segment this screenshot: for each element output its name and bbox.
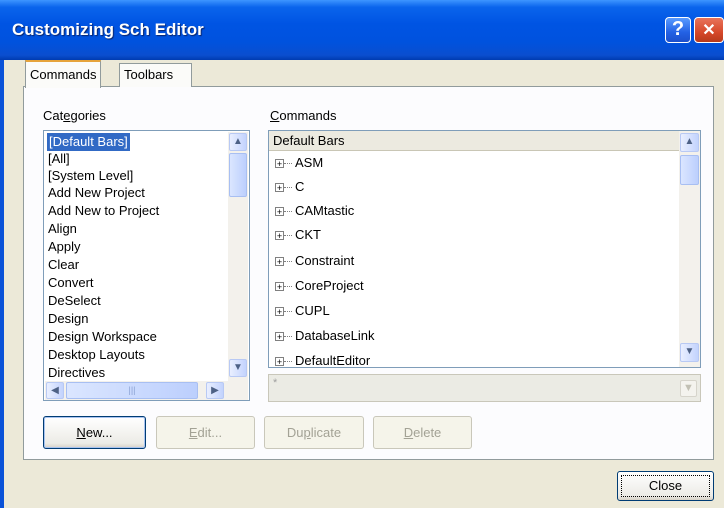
expand-icon[interactable]: + xyxy=(275,183,284,193)
help-button[interactable]: ? xyxy=(665,17,691,43)
tab-toolbars[interactable]: Toolbars xyxy=(119,63,192,87)
category-item[interactable]: DeSelect xyxy=(48,292,101,310)
expand-icon[interactable]: + xyxy=(275,307,284,317)
category-item[interactable]: [System Level] xyxy=(48,167,133,185)
tree-item[interactable]: + Constraint xyxy=(275,251,354,271)
tab-commands[interactable]: Commands xyxy=(25,60,102,88)
command-filter-value: * xyxy=(273,377,278,389)
category-item[interactable]: Apply xyxy=(48,238,81,256)
category-item[interactable]: Align xyxy=(48,220,77,238)
category-item[interactable]: [All] xyxy=(48,150,70,168)
expand-icon[interactable]: + xyxy=(275,357,284,367)
expand-icon[interactable]: + xyxy=(275,282,284,292)
scroll-up-icon[interactable]: ▲ xyxy=(680,133,699,152)
tree-item[interactable]: + DatabaseLink xyxy=(275,326,375,346)
chevron-down-icon[interactable]: ▼ xyxy=(680,380,697,397)
close-button-label: Close xyxy=(621,475,710,497)
expand-icon[interactable]: + xyxy=(275,332,284,342)
category-item[interactable]: Directives xyxy=(48,364,105,382)
tree-item[interactable]: + CKT xyxy=(275,225,321,245)
category-item[interactable]: Design xyxy=(48,310,88,328)
new-button[interactable]: New... xyxy=(43,416,146,449)
category-item[interactable]: Add New Project xyxy=(48,184,145,202)
tree-item[interactable]: + ASM xyxy=(275,153,323,173)
expand-icon[interactable]: + xyxy=(275,207,284,217)
commands-tree[interactable]: Default Bars + ASM + C + CAMtastic + CKT + Co… xyxy=(268,130,701,368)
tree-item[interactable]: + CoreProject xyxy=(275,276,364,296)
scroll-down-icon[interactable]: ▼ xyxy=(680,343,699,362)
close-icon: ✕ xyxy=(702,22,716,39)
window-close-button[interactable]: ✕ xyxy=(694,17,724,43)
scroll-up-icon[interactable]: ▲ xyxy=(229,133,247,151)
help-icon: ? xyxy=(671,18,685,40)
scroll-right-icon[interactable]: ▶ xyxy=(206,382,224,399)
scroll-left-icon[interactable]: ◀ xyxy=(46,382,64,399)
expand-icon[interactable]: + xyxy=(275,231,284,241)
commands-vscroll-thumb[interactable] xyxy=(680,155,699,185)
tree-item[interactable]: + C xyxy=(275,177,304,197)
tree-item[interactable]: + CAMtastic xyxy=(275,201,354,221)
category-item[interactable]: Desktop Layouts xyxy=(48,346,145,364)
category-item[interactable]: Add New to Project xyxy=(48,202,159,220)
tree-item[interactable]: + DefaultEditor xyxy=(275,351,370,367)
expand-icon[interactable]: + xyxy=(275,159,284,169)
categories-label: Categories xyxy=(43,108,106,123)
command-filter-combo[interactable]: * ▼ xyxy=(268,374,701,402)
categories-list[interactable]: [Default Bars] [All] [System Level] Add … xyxy=(43,130,250,401)
scroll-down-icon[interactable]: ▼ xyxy=(229,359,247,377)
commands-header: Default Bars xyxy=(269,131,679,151)
category-item[interactable]: Convert xyxy=(48,274,94,292)
expand-icon[interactable]: + xyxy=(275,257,284,267)
category-item[interactable]: Clear xyxy=(48,256,79,274)
delete-button[interactable]: Delete xyxy=(373,416,472,449)
commands-label: Commands xyxy=(270,108,337,123)
edit-button[interactable]: Edit... xyxy=(156,416,255,449)
categories-vscroll-thumb[interactable] xyxy=(229,153,247,197)
tree-item[interactable]: + CUPL xyxy=(275,301,330,321)
close-button[interactable]: Close xyxy=(617,471,714,501)
window-title: Customizing Sch Editor xyxy=(12,20,204,39)
category-item-selected[interactable]: [Default Bars] xyxy=(47,133,130,151)
window-frame-left xyxy=(0,60,4,508)
duplicate-button[interactable]: Duplicate xyxy=(264,416,364,449)
category-item[interactable]: Design Workspace xyxy=(48,328,157,346)
categories-hscroll-thumb[interactable]: ||| xyxy=(66,382,198,399)
